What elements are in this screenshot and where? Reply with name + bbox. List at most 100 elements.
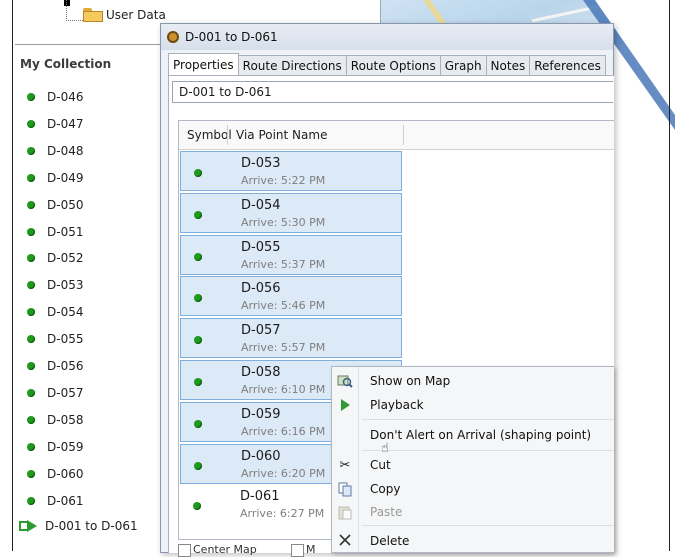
- waypoint-dot-icon: [27, 281, 35, 290]
- menu-item-show-on-map[interactable]: Show on Map: [370, 374, 450, 388]
- collection-item-label: D-050: [47, 197, 84, 212]
- via-point-name: D-057: [241, 323, 281, 339]
- collection-item-label: D-053: [47, 278, 84, 293]
- menu-item-copy[interactable]: Copy: [370, 482, 400, 496]
- tab-route-options[interactable]: Route Options: [346, 55, 441, 77]
- window-border: [12, 0, 13, 551]
- collection-item-label: D-054: [47, 305, 84, 320]
- folder-icon: [83, 8, 103, 22]
- column-separator: [403, 125, 404, 145]
- waypoint-dot-icon: [194, 336, 202, 345]
- dialog-titlebar[interactable]: D-001 to D-061: [161, 24, 613, 50]
- collection-item-label: D-048: [47, 143, 84, 158]
- tree-item-label: User Data: [106, 8, 166, 22]
- collection-item-label: D-049: [47, 170, 84, 185]
- collection-item-label: D-058: [47, 412, 84, 427]
- waypoint-dot-icon: [27, 254, 35, 263]
- collection-item[interactable]: D-051: [27, 222, 83, 242]
- via-point-row[interactable]: D-055 Arrive: 5:37 PM: [180, 234, 402, 275]
- collection-item[interactable]: D-052: [27, 248, 83, 268]
- tab-properties[interactable]: Properties: [168, 53, 239, 76]
- collection-item[interactable]: D-060: [27, 464, 83, 484]
- via-point-row[interactable]: D-053 Arrive: 5:22 PM: [180, 151, 402, 191]
- menu-item-cut[interactable]: Cut: [370, 458, 391, 472]
- collection-item[interactable]: D-049: [27, 168, 83, 188]
- arrival-time: Arrive: 5:30 PM: [241, 215, 326, 229]
- collection-item-label: D-056: [47, 359, 84, 373]
- collection-item-label: D-060: [47, 466, 84, 481]
- collection-item[interactable]: D-053: [27, 275, 83, 295]
- tree-connector: [66, 0, 83, 21]
- arrival-time: Arrive: 5:57 PM: [241, 341, 326, 355]
- collection-item[interactable]: D-055: [27, 329, 83, 349]
- waypoint-dot-icon: [27, 362, 35, 370]
- grid-header: Symbol Via Point Name: [179, 121, 614, 150]
- via-point-name: D-054: [241, 197, 281, 213]
- menu-item-dont-alert[interactable]: Don't Alert on Arrival (shaping point): [370, 428, 591, 442]
- collection-item[interactable]: D-058: [27, 410, 83, 430]
- column-header-via-point-name[interactable]: Via Point Name: [236, 121, 327, 149]
- arrival-time: Arrive: 6:20 PM: [241, 466, 326, 480]
- collection-item[interactable]: D-061: [27, 491, 83, 511]
- collection-item-label: D-059: [47, 439, 84, 454]
- collection-item[interactable]: D-059: [27, 437, 83, 457]
- route-name-field[interactable]: D-001 to D-061: [172, 81, 613, 103]
- menu-separator: [362, 450, 614, 451]
- arrival-time: Arrive: 5:46 PM: [241, 299, 326, 313]
- collection-item-label: D-052: [47, 251, 84, 266]
- waypoint-dot-icon: [27, 308, 35, 317]
- collection-route-item[interactable]: D-001 to D-061: [19, 516, 138, 536]
- via-point-row[interactable]: D-056 Arrive: 5:46 PM: [180, 276, 402, 317]
- waypoint-dot-icon: [27, 469, 35, 478]
- arrival-time: Arrive: 5:22 PM: [241, 174, 326, 187]
- waypoint-dot-icon: [27, 227, 35, 236]
- collection-item[interactable]: D-048: [27, 141, 83, 161]
- tab-graph[interactable]: Graph: [440, 55, 487, 77]
- collection-item[interactable]: D-046: [27, 87, 83, 107]
- mouse-cursor-icon: ☝: [381, 441, 389, 456]
- tab-references[interactable]: References: [530, 55, 606, 77]
- collection-item-label: D-061: [47, 493, 84, 508]
- menu-item-delete[interactable]: Delete: [370, 534, 409, 548]
- collection-item-label: D-046: [47, 90, 84, 104]
- waypoint-dot-icon: [27, 335, 35, 344]
- collection-item[interactable]: D-056: [27, 356, 83, 376]
- menu-item-playback[interactable]: Playback: [370, 398, 424, 412]
- waypoint-dot-icon: [27, 173, 35, 182]
- collection-item[interactable]: D-050: [27, 195, 83, 215]
- column-separator: [227, 125, 228, 145]
- play-icon: [336, 396, 354, 414]
- collection-item[interactable]: D-054: [27, 302, 83, 322]
- waypoint-dot-icon: [194, 210, 202, 219]
- via-point-name: D-058: [241, 365, 281, 380]
- arrival-time: Arrive: 6:27 PM: [240, 507, 325, 521]
- waypoint-dot-icon: [27, 93, 35, 101]
- waypoint-dot-icon: [27, 388, 35, 397]
- collection-item-label: D-057: [47, 385, 84, 400]
- arrival-time: Arrive: 6:16 PM: [241, 424, 326, 438]
- collection-item[interactable]: D-057: [27, 383, 83, 403]
- tab-route-directions[interactable]: Route Directions: [238, 55, 347, 77]
- via-point-row[interactable]: D-057 Arrive: 5:57 PM: [180, 318, 402, 359]
- tree-item-user-data[interactable]: User Data: [83, 8, 166, 22]
- copy-icon: [336, 480, 354, 498]
- column-header-symbol[interactable]: Symbol: [187, 121, 232, 149]
- waypoint-dot-icon: [194, 169, 202, 177]
- route-icon: [19, 519, 41, 533]
- context-menu: Show on Map Playback Don't Alert on Arri…: [331, 366, 614, 553]
- tab-notes[interactable]: Notes: [486, 55, 531, 77]
- waypoint-dot-icon: [27, 496, 35, 505]
- waypoint-dot-icon: [194, 252, 202, 261]
- divider: [15, 44, 177, 45]
- magnifier-map-icon: [336, 372, 354, 390]
- via-point-name: D-053: [241, 156, 281, 171]
- arrival-time: Arrive: 5:37 PM: [241, 257, 326, 271]
- via-point-name: D-059: [241, 406, 281, 422]
- collection-item[interactable]: D-047: [27, 114, 83, 134]
- via-point-row[interactable]: D-054 Arrive: 5:30 PM: [180, 192, 402, 233]
- waypoint-dot-icon: [27, 119, 35, 128]
- menu-separator: [362, 525, 614, 526]
- tab-strip: Properties Route Directions Route Options G…: [168, 53, 606, 77]
- waypoint-dot-icon: [27, 442, 35, 451]
- route-label: D-001 to D-061: [45, 519, 138, 533]
